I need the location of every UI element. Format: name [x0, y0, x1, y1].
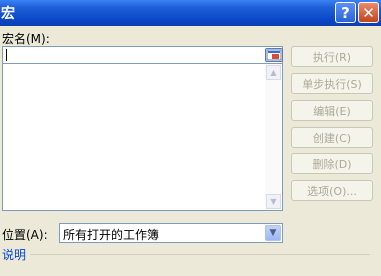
macro-name-input[interactable] [2, 46, 283, 64]
dropdown-arrow-icon[interactable]: ▼ [265, 225, 281, 241]
macro-list-scrollbar[interactable]: ▲ ▼ [265, 64, 282, 210]
description-label: 说明 [2, 248, 27, 262]
scroll-down-icon[interactable]: ▼ [266, 194, 281, 209]
location-label: 位置(A): [2, 228, 48, 242]
description-divider [30, 254, 370, 255]
title-bar: 宏 ? ✕ [0, 0, 381, 26]
window-title: 宏 [1, 6, 15, 22]
options-button[interactable]: 选项(O)... [291, 180, 373, 201]
step-into-button[interactable]: 单步执行(S) [291, 73, 373, 94]
delete-button[interactable]: 删除(D) [291, 153, 373, 174]
run-button[interactable]: 执行(R) [291, 46, 373, 67]
collapse-dialog-icon [266, 49, 282, 61]
edit-button[interactable]: 编辑(E) [291, 100, 373, 121]
scroll-up-icon[interactable]: ▲ [266, 65, 281, 80]
macro-name-label: 宏名(M): [2, 32, 50, 46]
macro-list[interactable]: ▲ ▼ [2, 64, 283, 211]
text-caret [6, 49, 7, 61]
location-select[interactable]: 所有打开的工作簿 ▼ [59, 223, 283, 243]
collapse-dialog-button[interactable] [265, 48, 283, 62]
close-icon[interactable]: ✕ [358, 2, 379, 23]
create-button[interactable]: 创建(C) [291, 127, 373, 148]
location-value: 所有打开的工作簿 [63, 228, 160, 242]
help-icon[interactable]: ? [335, 2, 356, 23]
